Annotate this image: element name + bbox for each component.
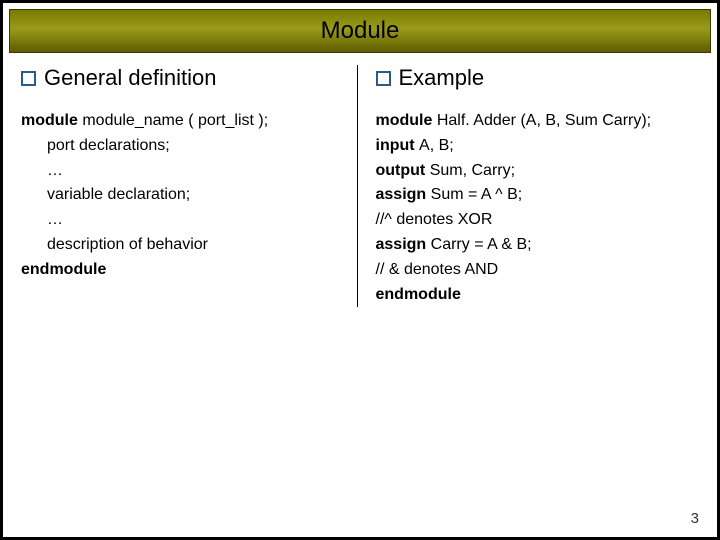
title-bar: Module <box>9 9 711 53</box>
code-segment: // & denotes AND <box>376 261 499 278</box>
code-segment: variable declaration; <box>47 186 190 203</box>
code-segment: assign <box>376 236 431 253</box>
code-segment: A, B; <box>419 137 454 154</box>
code-line: endmodule <box>21 258 345 283</box>
code-segment: module <box>21 112 82 129</box>
code-segment: Sum, Carry; <box>430 162 515 179</box>
code-segment: //^ denotes XOR <box>376 211 493 228</box>
code-segment: endmodule <box>21 261 106 278</box>
slide: Module General definition module module_… <box>0 0 720 540</box>
code-segment: assign <box>376 186 431 203</box>
code-line: // & denotes AND <box>376 258 700 283</box>
code-line: description of behavior <box>21 233 345 258</box>
code-line: module module_name ( port_list ); <box>21 109 345 134</box>
code-segment: … <box>47 211 63 228</box>
code-segment: Half. Adder (A, B, Sum Carry); <box>437 112 651 129</box>
code-segment: Carry = A & B; <box>431 236 532 253</box>
content-area: General definition module module_name ( … <box>3 53 717 307</box>
bullet-square-icon <box>21 71 36 86</box>
code-line: endmodule <box>376 283 700 308</box>
code-line: assign Carry = A & B; <box>376 233 700 258</box>
slide-title: Module <box>321 17 400 45</box>
code-segment: module_name ( port_list ); <box>82 112 268 129</box>
bullet-square-icon <box>376 71 391 86</box>
code-line: module Half. Adder (A, B, Sum Carry); <box>376 109 700 134</box>
page-number: 3 <box>691 510 699 527</box>
code-segment: output <box>376 162 430 179</box>
code-segment: … <box>47 162 63 179</box>
code-line: variable declaration; <box>21 183 345 208</box>
left-heading: General definition <box>21 65 345 91</box>
right-heading-text: Example <box>399 65 485 91</box>
right-heading: Example <box>376 65 700 91</box>
right-code-block: module Half. Adder (A, B, Sum Carry);inp… <box>376 109 700 307</box>
code-segment: endmodule <box>376 286 461 303</box>
code-line: input A, B; <box>376 134 700 159</box>
code-line: … <box>21 208 345 233</box>
code-segment: input <box>376 137 420 154</box>
left-column: General definition module module_name ( … <box>21 65 357 307</box>
code-line: assign Sum = A ^ B; <box>376 183 700 208</box>
right-column: Example module Half. Adder (A, B, Sum Ca… <box>357 65 700 307</box>
left-code-block: module module_name ( port_list ); port de… <box>21 109 345 283</box>
code-segment: description of behavior <box>47 236 208 253</box>
code-segment: Sum = A ^ B; <box>431 186 523 203</box>
code-line: port declarations; <box>21 134 345 159</box>
code-segment: module <box>376 112 437 129</box>
code-line: output Sum, Carry; <box>376 159 700 184</box>
left-heading-text: General definition <box>44 65 216 91</box>
code-segment: port declarations; <box>47 137 170 154</box>
code-line: … <box>21 159 345 184</box>
code-line: //^ denotes XOR <box>376 208 700 233</box>
